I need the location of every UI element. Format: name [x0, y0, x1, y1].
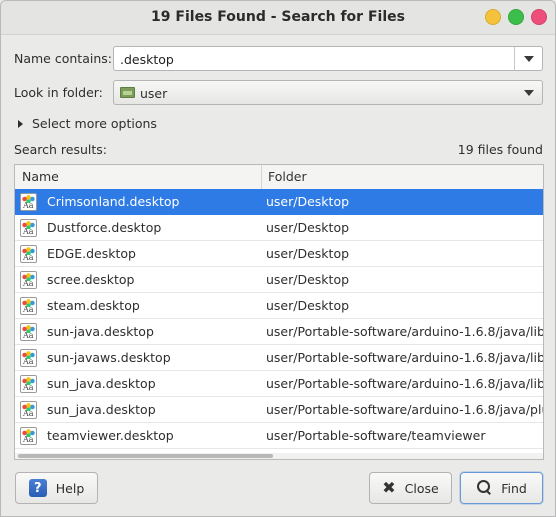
table-header: Name Folder [15, 165, 543, 190]
desktop-file-icon: Aa [20, 297, 37, 315]
expander-arrow-icon [18, 119, 23, 128]
folder-path-cell: user/Portable-software/arduino-1.6.8/jav… [266, 376, 544, 391]
file-name-cell: sun_java.desktop [47, 376, 156, 391]
desktop-file-icon: Aa [20, 427, 37, 445]
chevron-down-icon [523, 55, 534, 62]
close-button[interactable]: ✖ Close [369, 472, 452, 504]
name-contains-label: Name contains: [14, 51, 112, 66]
folder-path-cell: user/Portable-software/arduino-1.6.8/jav… [266, 402, 544, 417]
table-row[interactable]: Aa Dustforce.desktop user/Desktop [15, 215, 543, 241]
file-name-cell: steam.desktop [47, 298, 140, 313]
folder-path-cell: user/Desktop [266, 272, 350, 287]
search-results-label: Search results: [14, 142, 108, 157]
table-row[interactable]: Aa EDGE.desktop user/Desktop [15, 241, 543, 267]
desktop-file-icon: Aa [20, 349, 37, 367]
close-button-label: Close [404, 480, 439, 496]
help-button-label: Help [55, 480, 85, 496]
look-in-folder-label: Look in folder: [14, 85, 103, 100]
help-button[interactable]: ? Help [15, 472, 98, 504]
file-name-cell: teamviewer.desktop [47, 428, 174, 443]
desktop-file-icon: Aa [20, 401, 37, 419]
file-name-cell: scree.desktop [47, 272, 135, 287]
name-contains-field[interactable]: .desktop [113, 46, 543, 71]
search-for-files-window: 19 Files Found - Search for Files Name c… [0, 0, 556, 517]
desktop-file-icon: Aa [20, 323, 37, 341]
folder-path-cell: user/Portable-software/arduino-1.6.8/jav… [266, 350, 544, 365]
name-contains-value[interactable]: .desktop [120, 52, 174, 67]
find-button-label: Find [501, 480, 527, 496]
folder-path-cell: user/Portable-software/teamviewer [266, 428, 486, 443]
desktop-file-icon: Aa [20, 245, 37, 263]
close-icon: ✖ [382, 478, 396, 497]
table-row[interactable]: Aa sun_java.desktop user/Portable-software… [15, 397, 543, 423]
desktop-file-icon: Aa [20, 375, 37, 393]
results-table[interactable]: Name Folder Aa Crimsonland.desktop user/De… [14, 164, 544, 460]
folder-path-cell: user/Desktop [266, 246, 350, 261]
file-name-cell: sun-java.desktop [47, 324, 154, 339]
desktop-file-icon: Aa [20, 271, 37, 289]
title-bar[interactable]: 19 Files Found - Search for Files [1, 1, 555, 35]
folder-path-cell: user/Desktop [266, 298, 350, 313]
table-row[interactable]: Aa teamviewer.desktop user/Portable-softwa… [15, 423, 543, 449]
files-found-count: 19 files found [457, 142, 543, 157]
results-rows: Aa Crimsonland.desktop user/Desktop Aa Dustf… [15, 189, 543, 449]
table-row[interactable]: Aa steam.desktop user/Desktop [15, 293, 543, 319]
file-name-cell: sun_java.desktop [47, 402, 156, 417]
file-name-cell: Crimsonland.desktop [47, 194, 180, 209]
name-history-dropdown-button[interactable] [515, 47, 542, 70]
desktop-file-icon: Aa [20, 219, 37, 237]
file-name-cell: EDGE.desktop [47, 246, 136, 261]
close-window-button[interactable] [531, 9, 547, 25]
table-row[interactable]: Aa scree.desktop user/Desktop [15, 267, 543, 293]
minimize-button[interactable] [485, 9, 501, 25]
file-name-cell: Dustforce.desktop [47, 220, 162, 235]
column-header-name[interactable]: Name [22, 169, 59, 184]
folder-path-cell: user/Desktop [266, 220, 350, 235]
search-icon [476, 480, 492, 496]
desktop-file-icon: Aa [20, 193, 37, 211]
table-row[interactable]: Aa sun-javaws.desktop user/Portable-softwa… [15, 345, 543, 371]
select-more-options-label: Select more options [32, 116, 157, 131]
help-icon: ? [28, 479, 47, 497]
file-name-cell: sun-javaws.desktop [47, 350, 171, 365]
chevron-down-icon [523, 89, 534, 96]
look-in-folder-select[interactable]: user [113, 80, 543, 105]
table-row[interactable]: Aa sun-java.desktop user/Portable-software… [15, 319, 543, 345]
find-button[interactable]: Find [460, 472, 543, 504]
window-title: 19 Files Found - Search for Files [151, 9, 405, 25]
horizontal-scrollbar[interactable] [15, 453, 543, 459]
folder-icon [120, 87, 135, 98]
select-more-options-expander[interactable]: Select more options [18, 116, 157, 131]
table-row[interactable]: Aa Crimsonland.desktop user/Desktop [15, 189, 543, 215]
maximize-button[interactable] [508, 9, 524, 25]
column-divider[interactable] [261, 165, 262, 189]
folder-path-cell: user/Desktop [266, 194, 350, 209]
folder-dropdown-button[interactable] [515, 81, 542, 104]
folder-path-cell: user/Portable-software/arduino-1.6.8/jav… [266, 324, 544, 339]
table-row[interactable]: Aa sun_java.desktop user/Portable-software… [15, 371, 543, 397]
column-header-folder[interactable]: Folder [268, 169, 307, 184]
horizontal-scrollbar-thumb[interactable] [18, 454, 273, 458]
folder-value: user [140, 86, 168, 101]
